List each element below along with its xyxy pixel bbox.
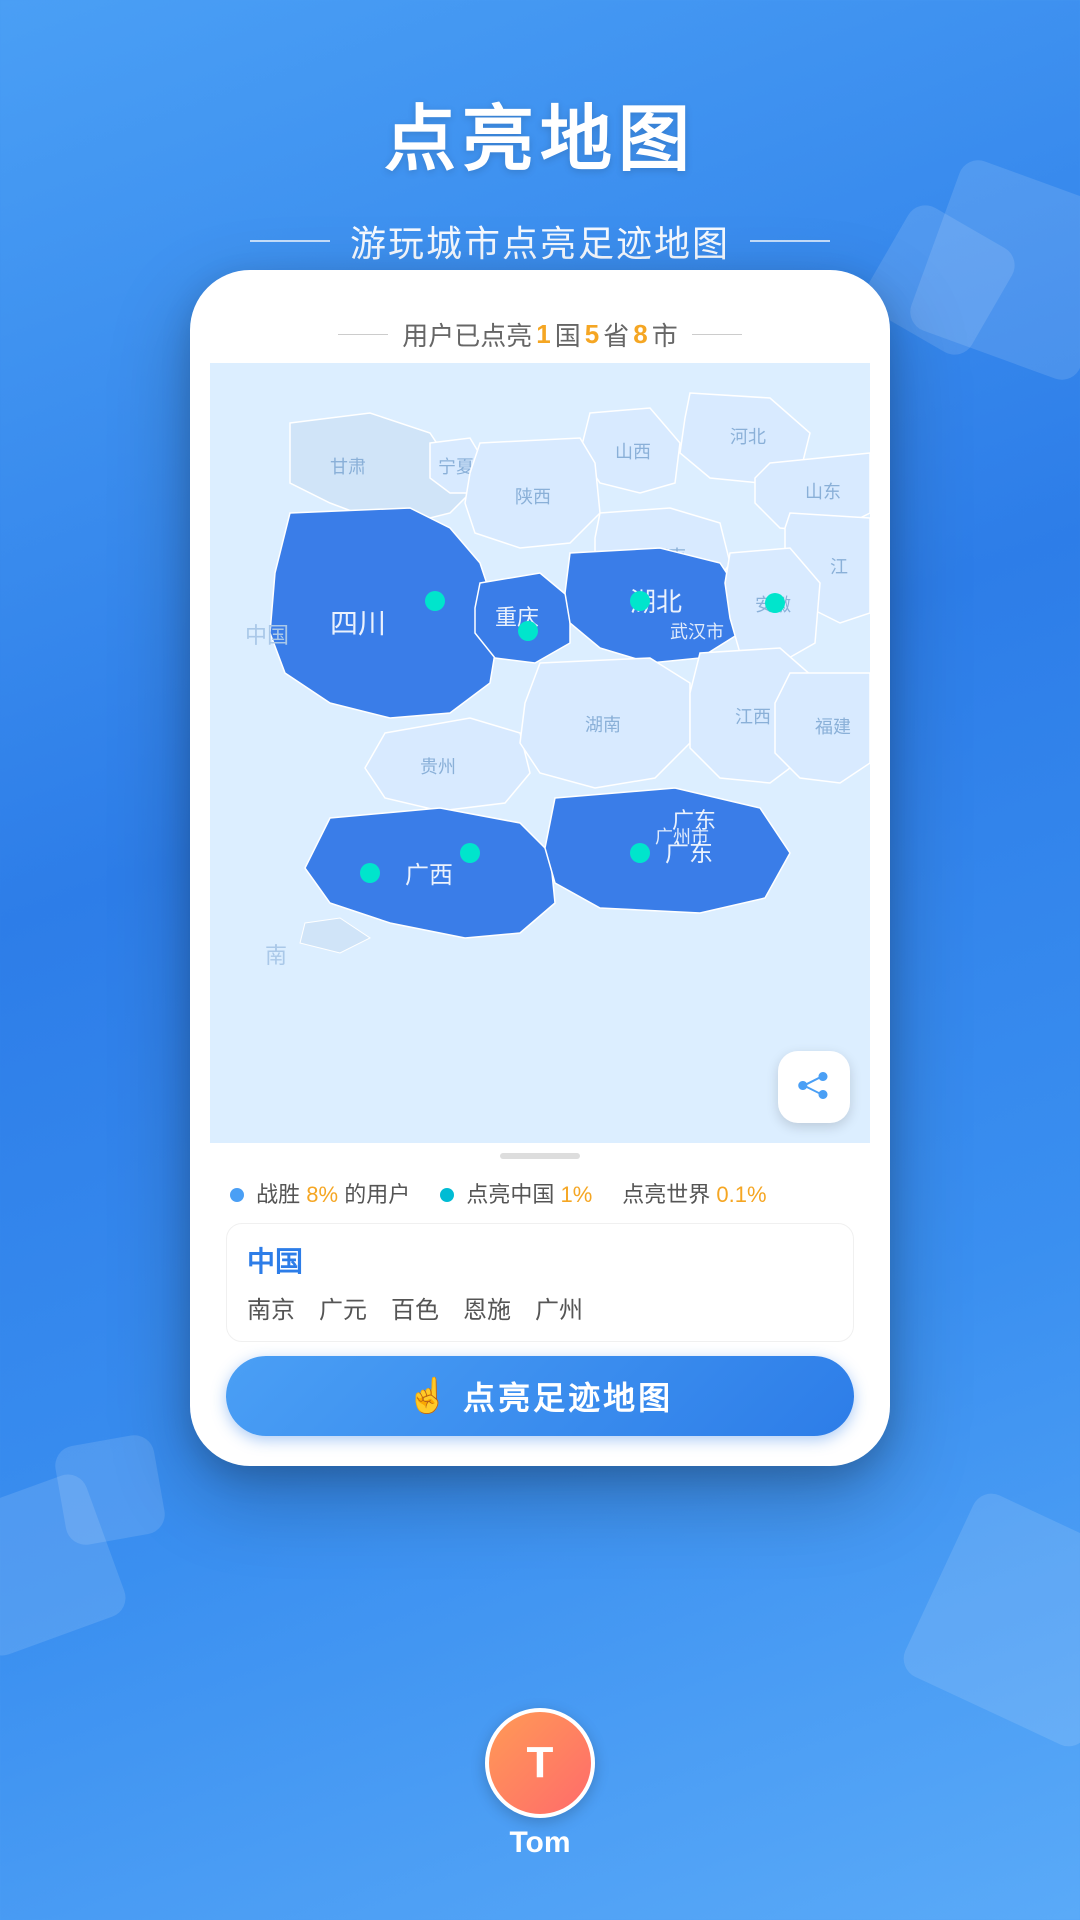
guangdong-city-dot — [630, 843, 650, 863]
guangxi-city-dot2 — [460, 843, 480, 863]
stats-city-label: 市 — [652, 316, 678, 353]
chongqing-city-dot — [518, 621, 538, 641]
user-container: T Tom — [485, 1708, 595, 1860]
sichuan-city-dot — [425, 591, 445, 611]
cta-text: 点亮足迹地图 — [463, 1373, 673, 1419]
china-stat: 点亮中国 1% — [440, 1177, 592, 1209]
beat-label: 战胜 — [256, 1182, 300, 1207]
guangxi-city-dot1 — [360, 863, 380, 883]
subtitle-line-right — [750, 240, 830, 242]
city-5: 广州 — [535, 1290, 583, 1325]
stats-line-left — [338, 334, 388, 336]
sichuan-label: 四川 — [330, 608, 386, 639]
city-2: 广元 — [319, 1290, 367, 1325]
world-label: 点亮世界 — [622, 1182, 710, 1207]
china-pct: 1% — [560, 1182, 592, 1207]
location-title: 中国 — [247, 1240, 833, 1280]
bottom-area: T Tom — [0, 1708, 1080, 1860]
map-container: 甘肃 宁夏 山西 河北 山东 陕西 河南 — [210, 363, 870, 1143]
gansu-label: 甘肃 — [330, 457, 366, 477]
hebei-label: 河北 — [730, 427, 766, 447]
city-3: 百色 — [391, 1290, 439, 1325]
bg-decoration-5 — [52, 1432, 168, 1548]
stats-bar: 用户已点亮 1 国 5 省 8 市 — [210, 300, 870, 363]
city-4: 恩施 — [463, 1290, 511, 1325]
beat-dot — [230, 1188, 244, 1202]
guangdong-name-label: 广东 — [672, 808, 716, 833]
stats-prefix: 用户已点亮 — [402, 316, 532, 353]
main-title: 点亮地图 — [0, 80, 1080, 185]
shandong-label: 山东 — [805, 482, 841, 502]
wuhan-city-label: 武汉市 — [670, 622, 724, 642]
map-svg: 甘肃 宁夏 山西 河北 山东 陕西 河南 — [210, 363, 870, 1143]
china-label: 点亮中国 — [466, 1182, 554, 1207]
user-name: Tom — [509, 1826, 570, 1860]
city-1: 南京 — [247, 1290, 295, 1325]
stats-city-num: 8 — [633, 319, 647, 350]
hubei-city-dot — [630, 591, 650, 611]
china-outer-label: 中国 — [245, 623, 289, 648]
beat-suffix: 的用户 — [344, 1182, 410, 1207]
fujian-label: 福建 — [815, 717, 851, 737]
shaanxi-label: 陕西 — [515, 487, 551, 507]
drag-indicator — [500, 1153, 580, 1159]
avatar-initials: T — [527, 1738, 554, 1788]
location-card: 中国 南京 广元 百色 恩施 广州 — [226, 1223, 854, 1342]
world-stat: 点亮世界 0.1% — [622, 1177, 766, 1209]
subtitle-line-left — [250, 240, 330, 242]
stats-country-num: 1 — [536, 319, 550, 350]
stats-province-num: 5 — [585, 319, 599, 350]
jiangsu-label: 江 — [830, 557, 848, 577]
beat-pct: 8% — [306, 1182, 338, 1207]
world-pct: 0.1% — [716, 1182, 766, 1207]
share-button[interactable] — [778, 1051, 850, 1123]
avatar[interactable]: T — [485, 1708, 595, 1818]
east-city-dot — [765, 593, 785, 613]
ningxia-label: 宁夏 — [438, 457, 474, 477]
subtitle-text: 游玩城市点亮足迹地图 — [350, 215, 730, 267]
subtitle-row: 游玩城市点亮足迹地图 — [0, 215, 1080, 267]
stats-country-label: 国 — [555, 316, 581, 353]
shanxi-label: 山西 — [615, 442, 651, 462]
stats-province-label: 省 — [603, 316, 629, 353]
stats-line-right — [692, 334, 742, 336]
jiangxi-label: 江西 — [735, 707, 771, 727]
china-dot — [440, 1188, 454, 1202]
header: 点亮地图 游玩城市点亮足迹地图 — [0, 0, 1080, 267]
nan-label: 南 — [265, 943, 287, 968]
cta-button[interactable]: ☝ 点亮足迹地图 — [226, 1356, 854, 1436]
location-cities: 南京 广元 百色 恩施 广州 — [247, 1290, 833, 1325]
beat-stat: 战胜 8% 的用户 — [230, 1177, 410, 1209]
phone-wrapper: 用户已点亮 1 国 5 省 8 市 甘肃 宁夏 山西 — [190, 270, 890, 1466]
guangxi-label: 广西 — [405, 862, 453, 889]
cta-icon: ☝ — [407, 1376, 449, 1416]
phone-mockup: 用户已点亮 1 国 5 省 8 市 甘肃 宁夏 山西 — [190, 270, 890, 1466]
hunan-label: 湖南 — [585, 715, 621, 735]
bottom-stats: 战胜 8% 的用户 点亮中国 1% 点亮世界 0.1% — [210, 1167, 870, 1215]
guizhou-label: 贵州 — [420, 757, 456, 777]
